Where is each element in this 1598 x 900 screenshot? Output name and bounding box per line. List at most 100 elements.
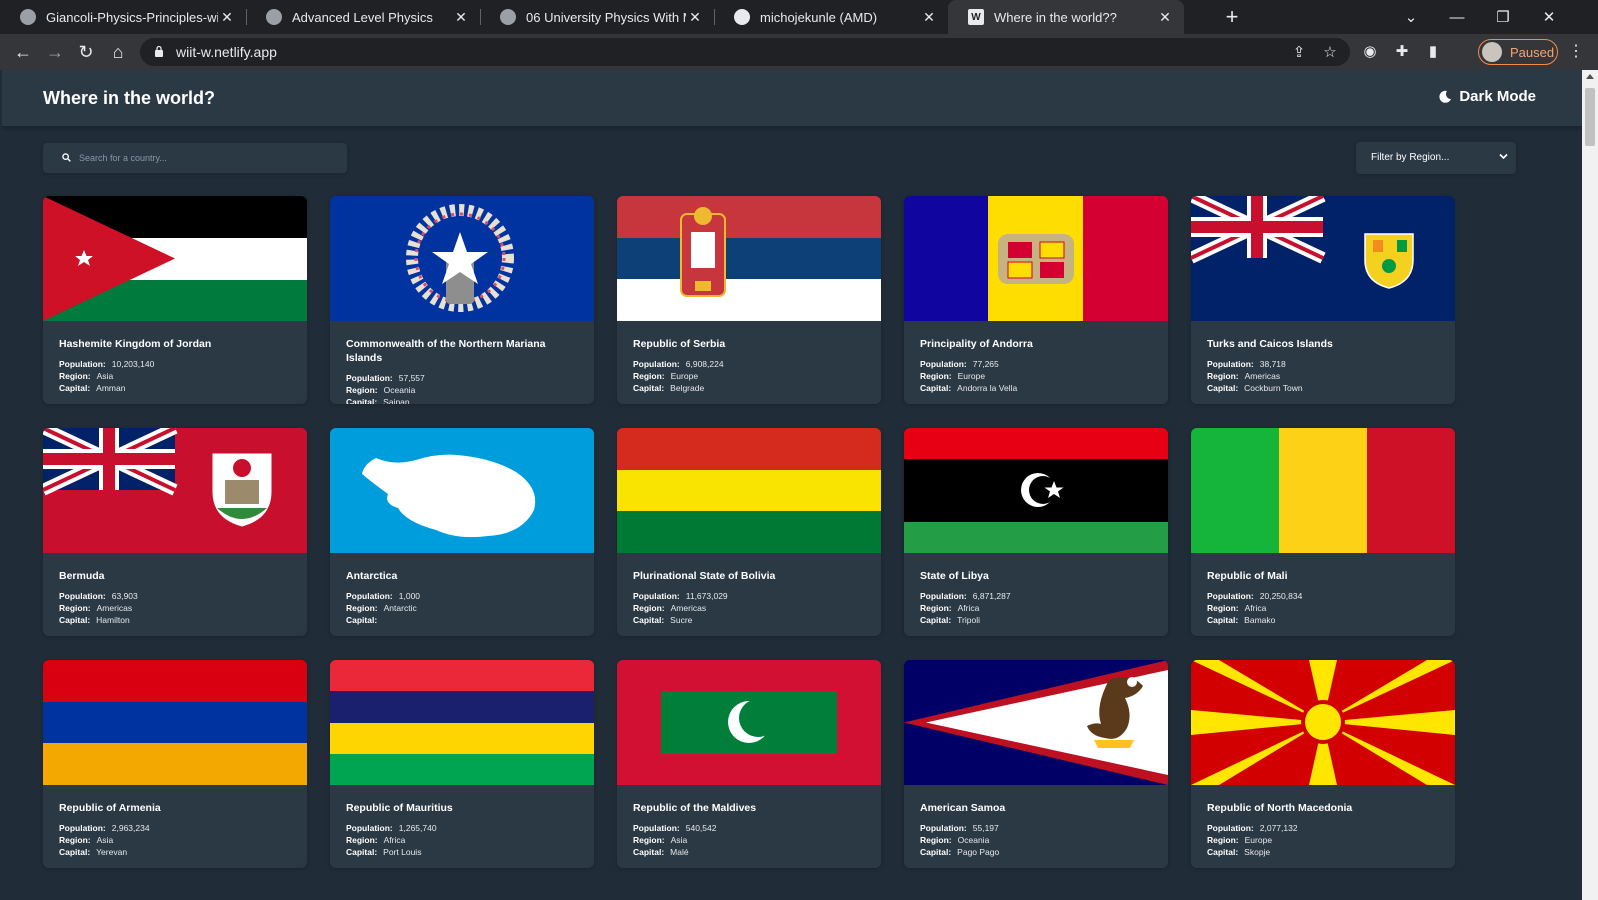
home-button[interactable]: ⌂ bbox=[104, 38, 132, 66]
region-label: Region: bbox=[920, 603, 952, 613]
population-value: 6,871,287 bbox=[972, 591, 1011, 601]
country-capital-row: Capital: Cockburn Town bbox=[1207, 382, 1441, 394]
country-name: Republic of Mauritius bbox=[346, 802, 453, 814]
puzzle-icon[interactable]: ✚ bbox=[1392, 42, 1412, 62]
population-label: Population: bbox=[59, 359, 106, 369]
browser-tab[interactable]: 06 University Physics With Mode ✕ bbox=[480, 0, 714, 34]
country-region-row: Region: Oceania bbox=[920, 834, 1154, 846]
country-details: Principality of Andorra Population: 77,265… bbox=[920, 337, 1154, 394]
country-region-row: Region: Africa bbox=[346, 834, 580, 846]
back-button[interactable]: ← bbox=[9, 38, 37, 66]
country-card[interactable]: Principality of Andorra Population: 77,265… bbox=[904, 196, 1168, 404]
browser-tab[interactable]: Advanced Level Physics ✕ bbox=[246, 0, 480, 34]
country-population-row: Population: 1,265,740 bbox=[346, 822, 580, 834]
country-card[interactable]: State of Libya Population: 6,871,287 Region… bbox=[904, 428, 1168, 636]
capital-label: Capital: bbox=[1207, 615, 1239, 625]
browser-tabstrip: Giancoli-Physics-Principles-with- ✕ Adva… bbox=[0, 0, 1598, 34]
reload-button[interactable]: ↻ bbox=[72, 38, 100, 66]
country-region-row: Region: Europe bbox=[1207, 834, 1441, 846]
extension-icon[interactable]: ◉ bbox=[1360, 42, 1380, 62]
country-card[interactable]: Plurinational State of Bolivia Population… bbox=[617, 428, 881, 636]
country-name: Republic of North Macedonia bbox=[1207, 802, 1353, 814]
country-capital-row: Capital: Hamilton bbox=[59, 614, 293, 626]
country-card[interactable]: Hashemite Kingdom of Jordan Population: 10… bbox=[43, 196, 307, 404]
country-card[interactable]: Republic of Mali Population: 20,250,834 Reg… bbox=[1191, 428, 1455, 636]
country-card[interactable]: Republic of the Maldives Population: 540,5… bbox=[617, 660, 881, 868]
share-icon[interactable]: ⇪ bbox=[1290, 44, 1308, 62]
country-capital-row: Capital: Andorra la Vella bbox=[920, 382, 1154, 394]
country-name: Commonwealth of the Northern Mariana Isl… bbox=[346, 338, 546, 364]
population-value: 55,197 bbox=[972, 823, 999, 833]
country-flag bbox=[330, 196, 594, 321]
country-card[interactable]: Republic of Serbia Population: 6,908,224 Re… bbox=[617, 196, 881, 404]
country-card[interactable]: Bermuda Population: 63,903 Region: Americas C… bbox=[43, 428, 307, 636]
profile-button[interactable]: Paused bbox=[1478, 39, 1558, 65]
address-bar[interactable]: wiit-w.netlify.app ⇪ ☆ bbox=[140, 38, 1350, 66]
country-capital-row: Capital: Yerevan bbox=[59, 846, 293, 858]
country-card[interactable]: American Samoa Population: 55,197 Region: Oc… bbox=[904, 660, 1168, 868]
country-card[interactable]: Republic of Armenia Population: 2,963,234 R… bbox=[43, 660, 307, 868]
flag-mauritius bbox=[330, 660, 594, 785]
population-label: Population: bbox=[920, 823, 967, 833]
search-input[interactable] bbox=[79, 149, 329, 167]
close-icon[interactable]: ✕ bbox=[1156, 9, 1174, 26]
country-name: Republic of Armenia bbox=[59, 802, 161, 814]
page-title: Where in the world? bbox=[43, 88, 216, 108]
country-card[interactable]: Antarctica Population: 1,000 Region: Antarct… bbox=[330, 428, 594, 636]
close-icon[interactable]: ✕ bbox=[452, 9, 470, 26]
country-region-row: Region: Americas bbox=[1207, 370, 1441, 382]
search-box[interactable] bbox=[43, 143, 347, 173]
flag-andorra bbox=[904, 196, 1168, 321]
country-name: Bermuda bbox=[59, 570, 105, 582]
browser-tab-active[interactable]: W Where in the world?? ✕ bbox=[948, 0, 1184, 34]
close-window-button[interactable]: ✕ bbox=[1526, 0, 1572, 34]
menu-icon[interactable]: ⋮ bbox=[1566, 42, 1586, 62]
tab-search-icon[interactable]: ⌄ bbox=[1388, 0, 1434, 34]
country-flag bbox=[330, 660, 594, 785]
dark-mode-toggle[interactable]: Dark Mode bbox=[1438, 88, 1536, 105]
country-population-row: Population: 6,908,224 bbox=[633, 358, 867, 370]
search-icon bbox=[62, 153, 71, 162]
scrollbar[interactable] bbox=[1582, 70, 1598, 900]
region-filter[interactable]: Filter by Region... bbox=[1356, 142, 1516, 174]
country-card[interactable]: Turks and Caicos Islands Population: 38,71… bbox=[1191, 196, 1455, 404]
population-label: Population: bbox=[59, 591, 106, 601]
url-text: wiit-w.netlify.app bbox=[176, 44, 277, 60]
minimize-button[interactable]: — bbox=[1434, 0, 1480, 34]
close-icon[interactable]: ✕ bbox=[920, 9, 938, 26]
country-capital-row: Capital: Pago Pago bbox=[920, 846, 1154, 858]
scroll-up-arrow[interactable] bbox=[1586, 74, 1594, 79]
country-card[interactable]: Commonwealth of the Northern Mariana Isl… bbox=[330, 196, 594, 404]
github-icon bbox=[734, 9, 750, 25]
country-flag bbox=[904, 660, 1168, 785]
country-population-row: Population: 77,265 bbox=[920, 358, 1154, 370]
bookmark-star-icon[interactable]: ☆ bbox=[1321, 44, 1339, 62]
country-flag bbox=[904, 196, 1168, 321]
scrollbar-thumb[interactable] bbox=[1585, 88, 1595, 146]
country-capital-row: Capital: Skopje bbox=[1207, 846, 1441, 858]
capital-value: Sucre bbox=[670, 615, 693, 625]
population-value: 63,903 bbox=[111, 591, 138, 601]
forward-button[interactable]: → bbox=[41, 38, 69, 66]
app-header: Where in the world? Dark Mode bbox=[2, 70, 1582, 126]
country-name: Republic of Serbia bbox=[633, 338, 726, 350]
close-icon[interactable]: ✕ bbox=[218, 9, 236, 26]
country-population-row: Population: 6,871,287 bbox=[920, 590, 1154, 602]
new-tab-button[interactable]: + bbox=[1218, 3, 1246, 31]
region-value: Africa bbox=[1244, 603, 1267, 613]
country-card[interactable]: Republic of Mauritius Population: 1,265,74… bbox=[330, 660, 594, 868]
tab-title: Where in the world?? bbox=[994, 9, 1117, 25]
side-panel-icon[interactable]: ▮ bbox=[1423, 42, 1443, 62]
capital-value: Belgrade bbox=[670, 383, 705, 393]
browser-tab[interactable]: Giancoli-Physics-Principles-with- ✕ bbox=[0, 0, 246, 34]
region-label: Region: bbox=[346, 603, 378, 613]
restore-button[interactable]: ❐ bbox=[1480, 0, 1526, 34]
population-value: 10,203,140 bbox=[111, 359, 155, 369]
capital-label: Capital: bbox=[920, 847, 952, 857]
country-card[interactable]: Republic of North Macedonia Population: 2,… bbox=[1191, 660, 1455, 868]
browser-tab[interactable]: michojekunle (AMD) ✕ bbox=[714, 0, 948, 34]
country-region-row: Region: Europe bbox=[633, 370, 867, 382]
country-capital-row: Capital: Bamako bbox=[1207, 614, 1441, 626]
close-icon[interactable]: ✕ bbox=[686, 9, 704, 26]
avatar bbox=[1482, 42, 1502, 62]
